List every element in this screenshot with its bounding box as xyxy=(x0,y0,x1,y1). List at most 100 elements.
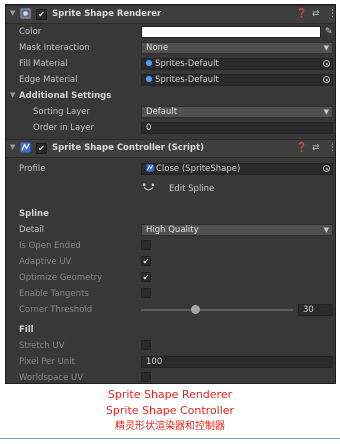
controller-enabled-checkbox[interactable]: ✔ xyxy=(36,143,47,154)
object-picker-icon[interactable] xyxy=(323,76,330,83)
component-title: Sprite Shape Renderer xyxy=(52,9,162,19)
chevron-down-icon: ▼ xyxy=(323,226,329,234)
fill-material-value: Sprites-Default xyxy=(155,59,219,69)
edit-spline-row: Edit Spline xyxy=(6,180,335,198)
adaptive-uv-label: Adaptive UV xyxy=(19,257,72,267)
caption-line-1: Sprite Shape Renderer xyxy=(107,388,233,401)
sorting-layer-label: Sorting Layer xyxy=(33,107,90,117)
fill-material-label: Fill Material xyxy=(19,59,68,69)
order-in-layer-value: 0 xyxy=(146,123,152,133)
detail-dropdown[interactable]: High Quality ▼ xyxy=(141,224,333,236)
object-picker-icon[interactable] xyxy=(323,165,330,172)
color-row: Color ✎ xyxy=(6,24,335,40)
chevron-down-icon: ▼ xyxy=(323,108,329,116)
detail-row: Detail High Quality ▼ xyxy=(6,222,335,238)
fill-material-row: Fill Material Sprites-Default xyxy=(6,56,335,72)
help-icon[interactable]: ❓ xyxy=(296,142,307,154)
edit-spline-label: Edit Spline xyxy=(169,184,215,194)
help-icon[interactable]: ❓ xyxy=(296,8,307,20)
sprite-shape-renderer-icon xyxy=(20,8,31,19)
adaptive-uv-checkbox[interactable]: ✔ xyxy=(141,256,151,266)
pixel-per-unit-label: Pixel Per Unit xyxy=(19,357,75,367)
stretch-uv-checkbox[interactable] xyxy=(141,340,151,350)
eyedropper-icon[interactable]: ✎ xyxy=(325,26,333,38)
order-in-layer-row: Order in Layer 0 xyxy=(6,120,335,136)
pixel-per-unit-input[interactable]: 100 xyxy=(141,356,333,368)
fill-section-label: Fill xyxy=(19,325,34,335)
figure-caption: Sprite Shape Renderer Sprite Shape Contr… xyxy=(0,387,340,434)
order-in-layer-label: Order in Layer xyxy=(33,123,95,133)
bottom-divider xyxy=(0,438,340,439)
corner-threshold-row: Corner Threshold 30 xyxy=(6,302,335,318)
material-icon xyxy=(146,76,152,82)
corner-threshold-slider-track[interactable] xyxy=(141,309,293,311)
sprite-shape-renderer-header[interactable]: ▼ ✔ Sprite Shape Renderer ❓ ⇄ ⋮ xyxy=(6,5,335,24)
pixel-per-unit-row: Pixel Per Unit 100 xyxy=(6,354,335,370)
profile-value: Close (SpriteShape) xyxy=(156,164,241,174)
material-icon xyxy=(146,60,152,66)
order-in-layer-input[interactable]: 0 xyxy=(141,122,333,134)
context-menu-icon[interactable]: ⋮ xyxy=(328,142,335,154)
corner-threshold-slider-thumb[interactable] xyxy=(191,305,200,314)
object-picker-icon[interactable] xyxy=(323,60,330,67)
sprite-shape-asset-icon xyxy=(146,164,154,172)
mask-interaction-row: Mask Interaction None ▼ xyxy=(6,40,335,56)
color-label: Color xyxy=(19,27,42,37)
optimize-geometry-checkbox[interactable]: ✔ xyxy=(141,272,151,282)
inspector-panel: ▼ ✔ Sprite Shape Renderer ❓ ⇄ ⋮ Color ✎ … xyxy=(5,4,336,384)
context-menu-icon[interactable]: ⋮ xyxy=(328,8,335,20)
edge-material-label: Edge Material xyxy=(19,75,78,85)
caption-line-3: 精灵形状渲染器和控制器 xyxy=(115,421,225,432)
stretch-uv-label: Stretch UV xyxy=(19,341,65,351)
chevron-down-icon: ▼ xyxy=(323,44,329,52)
foldout-arrow-icon[interactable]: ▼ xyxy=(10,143,15,151)
enable-tangents-row: Enable Tangents xyxy=(6,286,335,302)
worldspace-uv-row: Worldspace UV xyxy=(6,370,335,383)
enable-tangents-label: Enable Tangents xyxy=(19,289,89,299)
additional-settings-foldout[interactable]: ▼ Additional Settings xyxy=(6,88,335,104)
mask-interaction-value: None xyxy=(146,43,169,53)
worldspace-uv-label: Worldspace UV xyxy=(19,373,84,383)
enable-tangents-checkbox[interactable] xyxy=(141,288,151,298)
detail-value: High Quality xyxy=(146,225,199,235)
sorting-layer-value: Default xyxy=(146,107,178,117)
additional-settings-label: Additional Settings xyxy=(19,91,112,101)
mask-interaction-label: Mask Interaction xyxy=(19,43,90,53)
edit-spline-button[interactable]: Edit Spline xyxy=(141,181,221,196)
profile-label: Profile xyxy=(19,164,46,174)
mask-interaction-dropdown[interactable]: None ▼ xyxy=(141,42,333,54)
adaptive-uv-row: Adaptive UV ✔ xyxy=(6,254,335,270)
is-open-ended-label: Is Open Ended xyxy=(19,241,81,251)
spline-section-label: Spline xyxy=(19,209,49,219)
pixel-per-unit-value: 100 xyxy=(146,357,163,367)
foldout-arrow-icon[interactable]: ▼ xyxy=(10,91,15,99)
edge-material-field[interactable]: Sprites-Default xyxy=(141,74,333,86)
is-open-ended-row: Is Open Ended xyxy=(6,238,335,254)
color-swatch[interactable] xyxy=(141,26,321,38)
profile-field[interactable]: Close (SpriteShape) xyxy=(141,163,333,175)
renderer-enabled-checkbox[interactable]: ✔ xyxy=(36,9,47,20)
sorting-layer-dropdown[interactable]: Default ▼ xyxy=(141,106,333,118)
sorting-layer-row: Sorting Layer Default ▼ xyxy=(6,104,335,120)
edit-spline-icon xyxy=(143,183,154,191)
preset-icon[interactable]: ⇄ xyxy=(312,142,320,154)
foldout-arrow-icon[interactable]: ▼ xyxy=(10,9,15,17)
spline-section-header: Spline xyxy=(6,206,335,222)
edge-material-value: Sprites-Default xyxy=(155,75,219,85)
corner-threshold-label: Corner Threshold xyxy=(19,305,93,315)
optimize-geometry-label: Optimize Geometry xyxy=(19,273,103,283)
worldspace-uv-checkbox[interactable] xyxy=(141,372,151,382)
preset-icon[interactable]: ⇄ xyxy=(312,8,320,20)
detail-label: Detail xyxy=(19,225,45,235)
sprite-shape-controller-icon xyxy=(20,142,31,153)
edge-material-row: Edge Material Sprites-Default xyxy=(6,72,335,88)
sprite-shape-controller-header[interactable]: ▼ ✔ Sprite Shape Controller (Script) ❓ ⇄… xyxy=(6,139,335,158)
stretch-uv-row: Stretch UV xyxy=(6,338,335,354)
fill-material-field[interactable]: Sprites-Default xyxy=(141,58,333,70)
profile-row: Profile Close (SpriteShape) xyxy=(6,161,335,177)
corner-threshold-input[interactable]: 30 xyxy=(298,304,333,316)
is-open-ended-checkbox[interactable] xyxy=(141,240,151,250)
caption-line-2: Sprite Shape Controller xyxy=(105,404,235,417)
fill-section-header: Fill xyxy=(6,322,335,338)
optimize-geometry-row: Optimize Geometry ✔ xyxy=(6,270,335,286)
